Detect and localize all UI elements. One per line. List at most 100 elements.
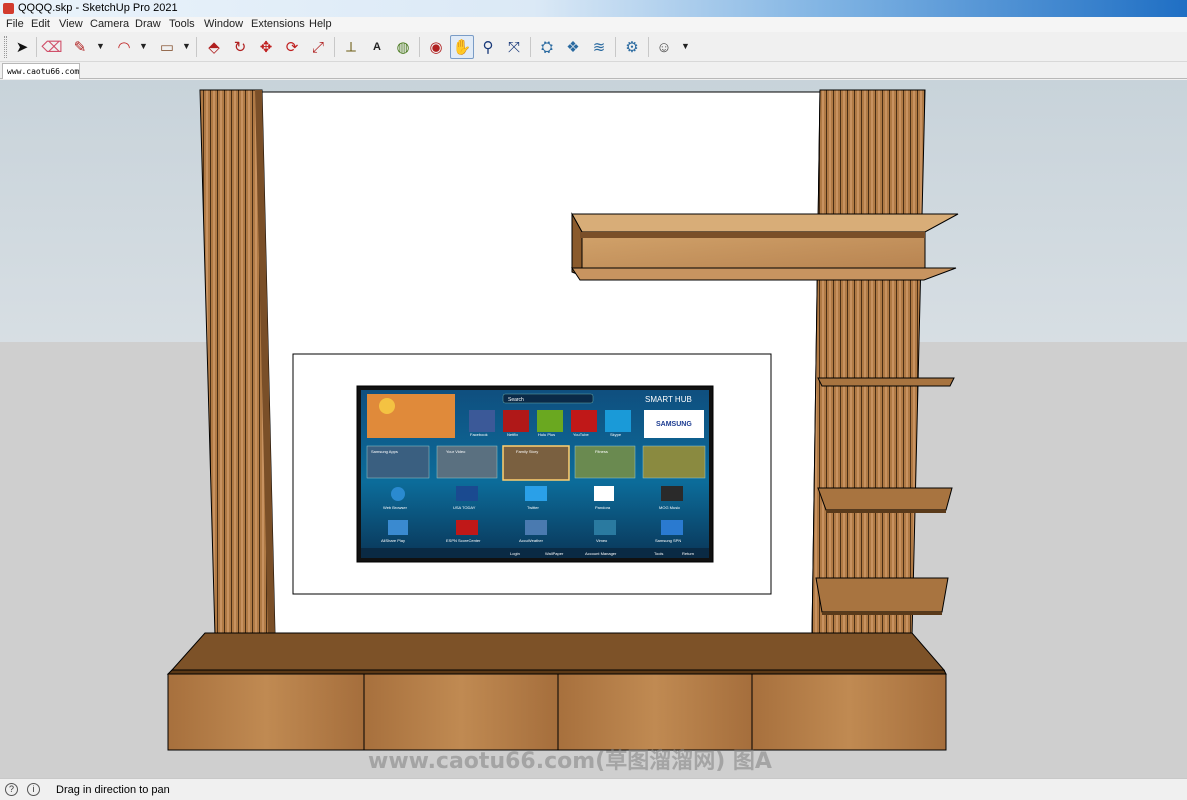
rectangle-tool-icon[interactable]: ▭ — [155, 35, 179, 59]
tv-app-label: Vimeo — [596, 538, 608, 543]
move-tool-icon[interactable]: ✥ — [254, 35, 278, 59]
menu-file[interactable]: File — [6, 18, 24, 30]
smart-tv: SMART HUB Search SAMSUNG Facebook Netfli… — [356, 385, 714, 563]
right-slat-column — [811, 89, 926, 637]
menu-camera[interactable]: Camera — [90, 18, 129, 30]
scene-tab[interactable]: www.caotu66.com — [2, 63, 80, 79]
rectangle-tool-dropdown-icon[interactable]: ▼ — [182, 41, 191, 51]
tv-footer-label: WallPaper — [545, 551, 564, 556]
layout-tool-icon[interactable]: ≋ — [587, 35, 611, 59]
tv-app-tile — [503, 410, 529, 432]
zoom-extents-tool-icon[interactable]: ⤧ — [502, 35, 526, 59]
tv-app-label: Skype — [610, 432, 622, 437]
tv-search-label: Search — [508, 397, 524, 403]
menu-tools[interactable]: Tools — [169, 18, 195, 30]
zoom-tool-icon[interactable]: ⚲ — [476, 35, 500, 59]
watermark-text: www.caotu66.com(草图溜溜网) 图A — [368, 748, 772, 774]
tv-featured-tile — [367, 394, 455, 438]
menu-edit[interactable]: Edit — [31, 18, 50, 30]
tv-app-label: Netflix — [507, 432, 518, 437]
line-tool-dropdown-icon[interactable]: ▼ — [96, 41, 105, 51]
tv-brand-label: SAMSUNG — [656, 421, 692, 428]
tape-measure-tool-icon[interactable]: ⟂ — [339, 35, 363, 59]
toolbar-grip[interactable] — [4, 36, 7, 58]
base-cabinet — [166, 632, 947, 751]
select-tool-icon[interactable]: ➤ — [10, 35, 34, 59]
upper-shelf — [571, 212, 959, 281]
arc-tool-dropdown-icon[interactable]: ▼ — [139, 41, 148, 51]
toolbar-separator — [334, 37, 335, 57]
eraser-tool-icon[interactable]: ⌫ — [40, 35, 64, 59]
title-bar: QQQQ.skp - SketchUp Pro 2021 — [0, 0, 1187, 17]
cabinet-door-1 — [167, 673, 365, 751]
tv-app-tile — [537, 410, 563, 432]
extension-manager-tool-icon[interactable]: ⚙ — [620, 35, 644, 59]
toolbar-separator — [419, 37, 420, 57]
status-message: Drag in direction to pan — [56, 784, 170, 796]
small-shelf-1 — [817, 377, 955, 387]
menu-help[interactable]: Help — [309, 18, 332, 30]
extension-warehouse-tool-icon[interactable]: ❖ — [561, 35, 585, 59]
tv-panel-label: Fitness — [595, 449, 608, 454]
tv-footer-label: Return — [682, 551, 694, 556]
cabinet-door-3 — [557, 673, 753, 751]
tv-app-tile — [469, 410, 495, 432]
tv-footer-label: Login — [510, 551, 520, 556]
menu-extensions[interactable]: Extensions — [251, 18, 305, 30]
toolbar-separator — [530, 37, 531, 57]
tv-panel-label: Samsung Apps — [371, 449, 398, 454]
toolbar-separator — [36, 37, 37, 57]
toolbar-separator — [196, 37, 197, 57]
tv-app-label: Facebook — [470, 432, 488, 437]
cabinet-door-4 — [751, 673, 947, 751]
menu-window[interactable]: Window — [204, 18, 243, 30]
tv-panel-label: Family Story — [516, 449, 538, 454]
sketchup-app-icon — [3, 3, 14, 14]
info-icon[interactable]: i — [27, 783, 40, 796]
tv-app-label: Web Browser — [383, 505, 408, 510]
menu-draw[interactable]: Draw — [135, 18, 161, 30]
tv-hub-title: SMART HUB — [645, 395, 692, 404]
account-tool-icon[interactable]: ☺ — [652, 35, 676, 59]
menu-bar: File Edit View Camera Draw Tools Window … — [0, 17, 1187, 32]
small-shelf-2 — [817, 487, 953, 513]
tv-app-label: MOG Music — [659, 505, 680, 510]
toolbar-separator — [648, 37, 649, 57]
rotate-tool-icon[interactable]: ⟳ — [280, 35, 304, 59]
tv-footer-label: Tools — [654, 551, 663, 556]
tv-app-label: ESPN ScoreCenter — [446, 538, 481, 543]
account-dropdown-icon[interactable]: ▼ — [681, 41, 690, 51]
tv-app-label: AllShare Play — [381, 538, 405, 543]
follow-me-tool-icon[interactable]: ↻ — [228, 35, 252, 59]
menu-view[interactable]: View — [59, 18, 83, 30]
line-tool-icon[interactable]: ✎ — [68, 35, 92, 59]
tv-app-label: AccuWeather — [519, 538, 544, 543]
toolbar-separator — [615, 37, 616, 57]
arc-tool-icon[interactable]: ◠ — [112, 35, 136, 59]
text-tool-icon[interactable]: A — [365, 35, 389, 59]
main-toolbar: ➤ ⌫ ✎ ▼ ◠ ▼ ▭ ▼ ⬘ ↻ ✥ ⟳ ⤢ ⟂ A ◍ ◉ ✋ ⚲ ⤧ … — [0, 32, 1187, 62]
scene-tab-bar: www.caotu66.com — [0, 62, 1187, 79]
cabinet-door-2 — [363, 673, 559, 751]
warehouse-tool-icon[interactable]: ⛭ — [535, 35, 559, 59]
orbit-tool-icon[interactable]: ◉ — [424, 35, 448, 59]
model-viewport[interactable]: SMART HUB Search SAMSUNG Facebook Netfli… — [0, 80, 1187, 778]
pan-tool-icon[interactable]: ✋ — [450, 35, 474, 59]
model-drawing: SMART HUB Search SAMSUNG Facebook Netfli… — [166, 89, 959, 774]
small-shelf-3 — [815, 577, 949, 615]
status-bar: ? i Drag in direction to pan — [0, 778, 1187, 800]
tv-app-tile — [605, 410, 631, 432]
tv-panel — [642, 445, 706, 479]
tv-app-label: YouTube — [573, 432, 589, 437]
push-pull-tool-icon[interactable]: ⬘ — [202, 35, 226, 59]
tv-app-label: Pandora — [595, 505, 611, 510]
tv-footer-label: Account Manager — [585, 551, 617, 556]
scale-tool-icon[interactable]: ⤢ — [306, 35, 330, 59]
paint-bucket-tool-icon[interactable]: ◍ — [391, 35, 415, 59]
tv-panel-label: Your Video — [446, 449, 466, 454]
tv-app-label: Hulu Plus — [538, 432, 555, 437]
tv-app-label: USA TODAY — [453, 505, 476, 510]
tv-app-tile — [571, 410, 597, 432]
help-icon[interactable]: ? — [5, 783, 18, 796]
tv-app-label: Twitter — [527, 505, 539, 510]
